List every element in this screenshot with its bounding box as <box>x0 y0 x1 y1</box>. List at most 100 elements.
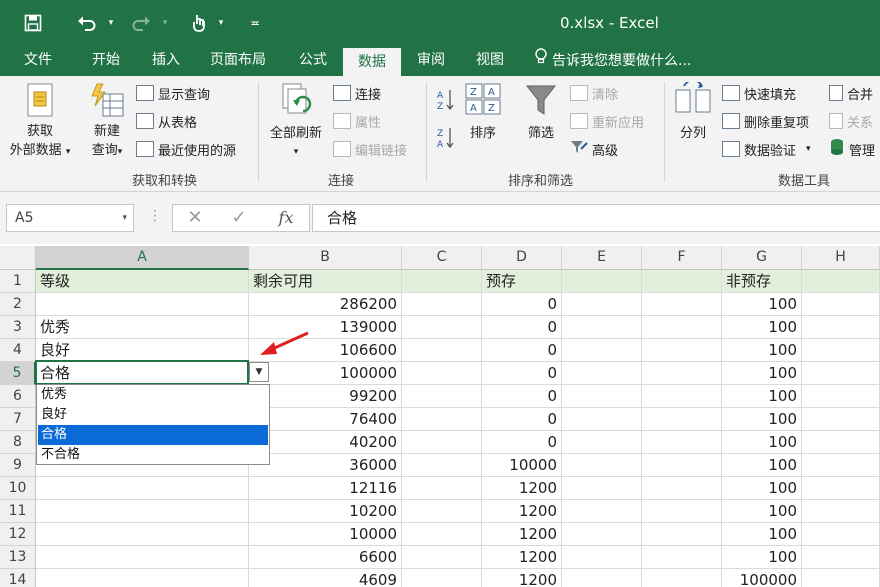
cell-d2[interactable]: 0 <box>482 293 562 316</box>
filter-button[interactable]: 筛选 <box>516 82 566 143</box>
cell-c7[interactable] <box>402 408 482 431</box>
chevron-down-icon[interactable]: ▾ <box>122 205 127 231</box>
tab-home[interactable]: 开始 <box>80 46 132 76</box>
cell-c4[interactable] <box>402 339 482 362</box>
cell-e6[interactable] <box>562 385 642 408</box>
cell-f4[interactable] <box>642 339 722 362</box>
column-header-c[interactable]: C <box>402 246 482 270</box>
cell-g11[interactable]: 100 <box>722 500 802 523</box>
dropdown-option[interactable]: 良好 <box>38 405 268 425</box>
connections-button[interactable]: 连接 <box>333 81 381 105</box>
cell-g6[interactable]: 100 <box>722 385 802 408</box>
cell-b12[interactable]: 10000 <box>249 523 402 546</box>
dropdown-arrow-button[interactable]: ▼ <box>249 362 269 382</box>
text-to-columns-button[interactable]: 分列 <box>670 79 716 143</box>
cell-c3[interactable] <box>402 316 482 339</box>
cell-h9[interactable] <box>802 454 880 477</box>
cell-f1[interactable] <box>642 270 722 293</box>
cell-h6[interactable] <box>802 385 880 408</box>
cell-f9[interactable] <box>642 454 722 477</box>
cell-h3[interactable] <box>802 316 880 339</box>
cell-c13[interactable] <box>402 546 482 569</box>
formula-input[interactable]: 合格 <box>312 204 880 232</box>
cell-a13[interactable] <box>36 546 249 569</box>
column-header-h[interactable]: H <box>802 246 880 270</box>
cell-c14[interactable] <box>402 569 482 587</box>
cell-b10[interactable]: 12116 <box>249 477 402 500</box>
cell-c5[interactable] <box>402 362 482 385</box>
cell-d7[interactable]: 0 <box>482 408 562 431</box>
get-external-data-button[interactable]: 获取 外部数据 ▾ <box>4 80 76 162</box>
cell-h10[interactable] <box>802 477 880 500</box>
cell-d13[interactable]: 1200 <box>482 546 562 569</box>
cell-d5[interactable]: 0 <box>482 362 562 385</box>
cell-h1[interactable] <box>802 270 880 293</box>
cell-e1[interactable] <box>562 270 642 293</box>
cell-g2[interactable]: 100 <box>722 293 802 316</box>
cell-g13[interactable]: 100 <box>722 546 802 569</box>
recent-sources-button[interactable]: 最近使用的源 <box>136 137 236 161</box>
row-header-4[interactable]: 4 <box>0 339 36 362</box>
sort-button[interactable]: ZAAZ 排序 <box>460 82 506 143</box>
cell-c6[interactable] <box>402 385 482 408</box>
row-header-6[interactable]: 6 <box>0 385 36 408</box>
column-header-b[interactable]: B <box>249 246 402 270</box>
touch-mode-icon[interactable] <box>186 10 212 36</box>
sort-ascending-button[interactable]: AZ <box>436 88 456 116</box>
cell-b2[interactable]: 286200 <box>249 293 402 316</box>
cell-g3[interactable]: 100 <box>722 316 802 339</box>
cell-c8[interactable] <box>402 431 482 454</box>
cell-c12[interactable] <box>402 523 482 546</box>
cell-d14[interactable]: 1200 <box>482 569 562 587</box>
row-header-8[interactable]: 8 <box>0 431 36 454</box>
cell-e13[interactable] <box>562 546 642 569</box>
undo-icon[interactable] <box>74 10 100 36</box>
cell-e10[interactable] <box>562 477 642 500</box>
cell-h14[interactable] <box>802 569 880 587</box>
cell-a3[interactable]: 优秀 <box>36 316 249 339</box>
cell-e12[interactable] <box>562 523 642 546</box>
column-header-d[interactable]: D <box>482 246 562 270</box>
flash-fill-button[interactable]: 快速填充 <box>722 81 796 105</box>
cell-f14[interactable] <box>642 569 722 587</box>
customize-qat-icon[interactable]: ≖ <box>248 10 262 36</box>
tab-file[interactable]: 文件 <box>12 46 64 76</box>
cell-f13[interactable] <box>642 546 722 569</box>
tell-me-box[interactable]: 告诉我您想要做什么... <box>534 46 691 76</box>
advanced-filter-button[interactable]: 高级 <box>570 137 618 161</box>
tab-review[interactable]: 审阅 <box>406 46 456 76</box>
show-queries-button[interactable]: 显示查询 <box>136 81 210 105</box>
tab-view[interactable]: 视图 <box>464 46 516 76</box>
column-header-a[interactable]: A <box>36 246 249 270</box>
cell-e3[interactable] <box>562 316 642 339</box>
cell-b11[interactable]: 10200 <box>249 500 402 523</box>
cell-f10[interactable] <box>642 477 722 500</box>
cell-h7[interactable] <box>802 408 880 431</box>
refresh-all-button[interactable]: 全部刷新 ▾ <box>262 80 330 162</box>
column-header-e[interactable]: E <box>562 246 642 270</box>
cell-g5[interactable]: 100 <box>722 362 802 385</box>
cell-g9[interactable]: 100 <box>722 454 802 477</box>
cell-g1[interactable]: 非预存 <box>722 270 802 293</box>
cell-h13[interactable] <box>802 546 880 569</box>
cell-d12[interactable]: 1200 <box>482 523 562 546</box>
undo-dropdown-icon[interactable]: ▾ <box>104 10 118 36</box>
cell-d11[interactable]: 1200 <box>482 500 562 523</box>
cell-b13[interactable]: 6600 <box>249 546 402 569</box>
manage-data-model-button[interactable]: 管理 <box>829 137 875 161</box>
cell-e9[interactable] <box>562 454 642 477</box>
cell-c11[interactable] <box>402 500 482 523</box>
cell-f7[interactable] <box>642 408 722 431</box>
drag-handle-icon[interactable]: ⋮ <box>148 208 162 224</box>
cell-f5[interactable] <box>642 362 722 385</box>
cell-h2[interactable] <box>802 293 880 316</box>
select-all-corner[interactable] <box>0 246 36 270</box>
column-header-g[interactable]: G <box>722 246 802 270</box>
row-header-1[interactable]: 1 <box>0 270 36 293</box>
cell-c1[interactable] <box>402 270 482 293</box>
cell-h5[interactable] <box>802 362 880 385</box>
dropdown-option-selected[interactable]: 合格 <box>38 425 268 445</box>
dropdown-option[interactable]: 不合格 <box>38 445 268 465</box>
cell-a5[interactable]: 合格 <box>36 362 249 385</box>
cell-c9[interactable] <box>402 454 482 477</box>
